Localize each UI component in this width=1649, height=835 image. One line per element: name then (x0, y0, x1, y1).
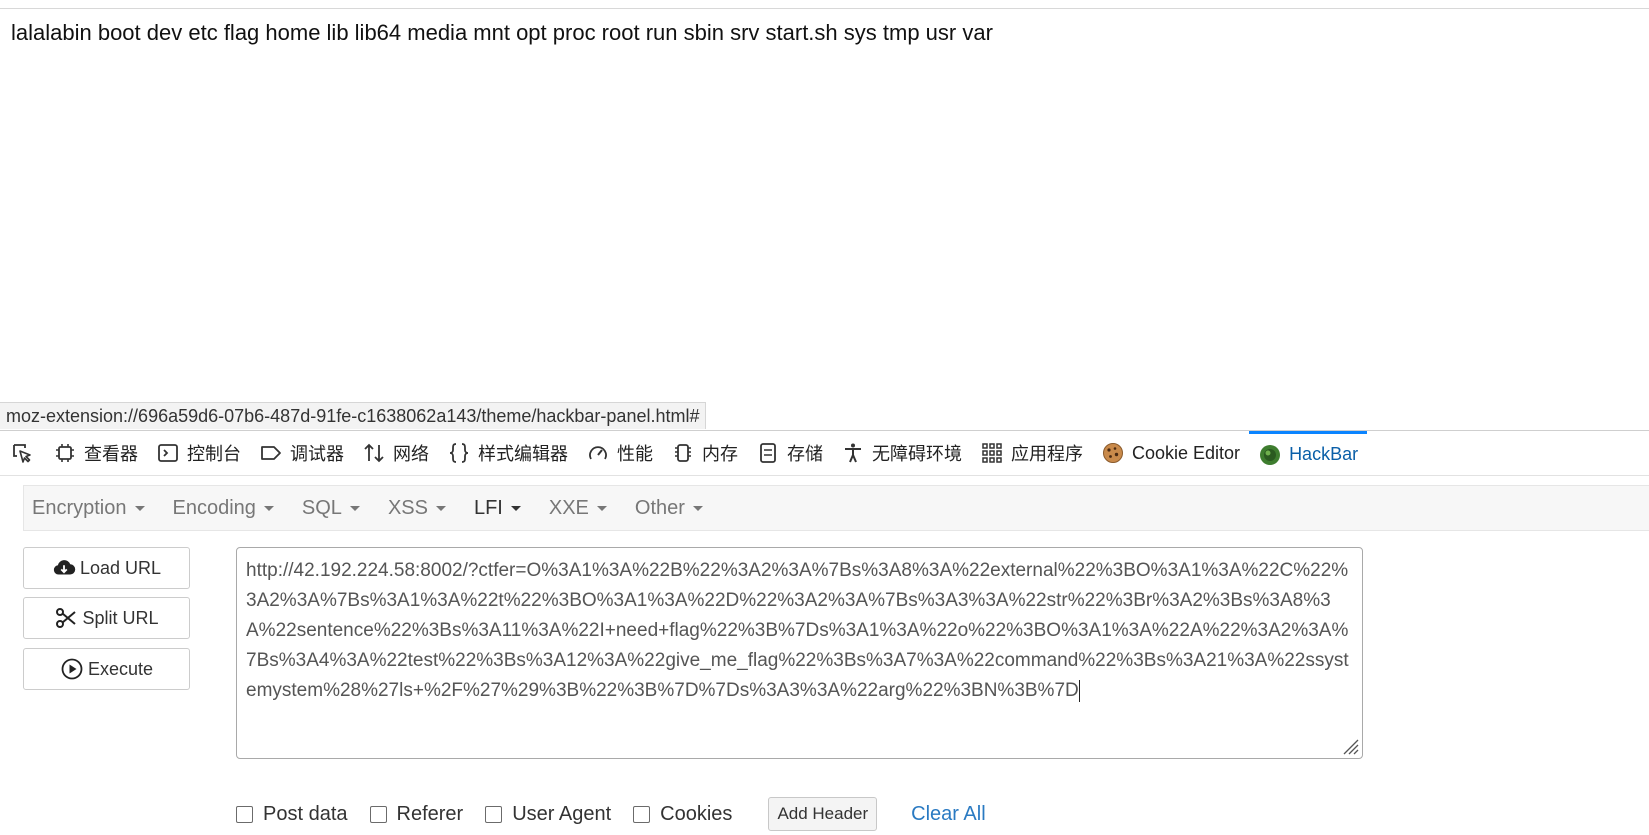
tab-performance[interactable]: 性能 (577, 431, 662, 475)
chevron-down-icon (349, 505, 360, 511)
tab-debugger[interactable]: 调试器 (250, 431, 353, 475)
tab-label: 无障碍环境 (872, 444, 962, 464)
url-textarea[interactable]: http://42.192.224.58:8002/?ctfer=O%3A1%3… (236, 547, 1363, 759)
resize-handle-icon[interactable] (1339, 735, 1359, 755)
chevron-down-icon (692, 505, 703, 511)
menu-label: SQL (301, 496, 342, 519)
debugger-icon (259, 441, 283, 465)
console-icon (156, 441, 180, 465)
split-url-button[interactable]: Split URL (23, 597, 190, 639)
chevron-down-icon (510, 505, 521, 511)
tab-label: 查看器 (84, 444, 138, 464)
tab-cookie-editor[interactable]: Cookie Editor (1092, 431, 1249, 475)
top-divider (0, 8, 1649, 9)
menu-label: Other (634, 496, 685, 519)
menu-label: LFI (473, 496, 503, 519)
post-data-option[interactable]: Post data (236, 803, 348, 826)
menu-encoding[interactable]: Encoding (165, 485, 283, 531)
chevron-down-icon (435, 505, 446, 511)
execute-label: Execute (87, 658, 154, 679)
tab-accessibility[interactable]: 无障碍环境 (832, 431, 971, 475)
cookies-option[interactable]: Cookies (633, 803, 732, 826)
tab-application[interactable]: 应用程序 (971, 431, 1092, 475)
menu-xss[interactable]: XSS (380, 485, 455, 531)
browser-page: lalalabin boot dev etc flag home lib lib… (0, 0, 1649, 835)
tab-style-editor[interactable]: 样式编辑器 (438, 431, 577, 475)
user-agent-label: User Agent (512, 802, 612, 825)
element-picker-button[interactable] (0, 431, 44, 475)
options-row: Post data Referer User Agent Cookies Add… (236, 797, 986, 831)
cookie-icon (1101, 441, 1125, 465)
network-icon (362, 441, 386, 465)
tab-storage[interactable]: 存储 (747, 431, 832, 475)
application-icon (980, 441, 1004, 465)
split-url-label: Split URL (82, 607, 159, 628)
tab-label: 控制台 (187, 444, 241, 464)
storage-icon (756, 441, 780, 465)
cookies-label: Cookies (660, 802, 733, 825)
tab-console[interactable]: 控制台 (147, 431, 250, 475)
devtools-toolbar: 查看器 控制台 调试器 网络 样式编辑器 性能 内存 存储 无障碍环境 应用程序… (0, 430, 1649, 476)
tab-label: Cookie Editor (1132, 442, 1241, 463)
chevron-down-icon (134, 505, 145, 511)
performance-icon (586, 441, 610, 465)
tab-label: HackBar (1289, 444, 1359, 464)
memory-icon (671, 441, 695, 465)
menu-xxe[interactable]: XXE (541, 485, 616, 531)
play-circle-icon (60, 657, 84, 681)
scissors-icon (54, 606, 78, 630)
url-text: http://42.192.224.58:8002/?ctfer=O%3A1%3… (246, 560, 1349, 701)
post-data-checkbox[interactable] (236, 805, 253, 823)
menu-lfi[interactable]: LFI (466, 485, 530, 531)
tab-network[interactable]: 网络 (353, 431, 438, 475)
element-picker-icon (10, 441, 34, 465)
load-url-button[interactable]: Load URL (23, 547, 190, 589)
menu-label: XSS (387, 496, 428, 519)
tab-hackbar[interactable]: HackBar (1249, 431, 1368, 475)
cookies-checkbox[interactable] (633, 805, 651, 823)
clear-all-link[interactable]: Clear All (911, 803, 985, 826)
tab-inspector[interactable]: 查看器 (44, 431, 147, 475)
tab-label: 存储 (787, 444, 823, 464)
status-bar-url: moz-extension://696a59d6-07b6-487d-91fe-… (0, 402, 707, 429)
referer-checkbox[interactable] (369, 805, 387, 823)
cloud-download-icon (52, 556, 76, 580)
menu-label: Encryption (32, 496, 127, 519)
user-agent-checkbox[interactable] (485, 805, 503, 823)
tab-label: 内存 (702, 444, 738, 464)
style-editor-icon (447, 441, 471, 465)
tab-label: 调试器 (290, 444, 344, 464)
post-data-label: Post data (263, 802, 348, 825)
referer-option[interactable]: Referer (369, 802, 464, 826)
tab-label: 网络 (393, 444, 429, 464)
user-agent-option[interactable]: User Agent (485, 803, 611, 826)
chevron-down-icon (596, 505, 607, 511)
load-url-label: Load URL (79, 557, 162, 578)
tab-label: 应用程序 (1011, 444, 1083, 464)
hackbar-menubar: Encryption Encoding SQL XSS LFI XXE Othe… (23, 485, 1649, 531)
accessibility-icon (841, 441, 865, 465)
menu-label: XXE (548, 496, 589, 519)
hackbar-icon (1258, 443, 1282, 467)
menu-encryption[interactable]: Encryption (24, 485, 154, 531)
menu-other[interactable]: Other (627, 485, 712, 531)
directory-listing: lalalabin boot dev etc flag home lib lib… (11, 20, 993, 45)
tab-memory[interactable]: 内存 (662, 431, 747, 475)
referer-label: Referer (396, 802, 464, 825)
tab-label: 样式编辑器 (478, 444, 568, 464)
menu-sql[interactable]: SQL (294, 485, 369, 531)
chevron-down-icon (263, 505, 274, 511)
inspector-icon (53, 441, 77, 465)
tab-label: 性能 (617, 444, 653, 464)
menu-label: Encoding (172, 496, 256, 519)
add-header-button[interactable]: Add Header (768, 797, 878, 831)
execute-button[interactable]: Execute (23, 648, 190, 690)
text-cursor (1078, 679, 1080, 702)
